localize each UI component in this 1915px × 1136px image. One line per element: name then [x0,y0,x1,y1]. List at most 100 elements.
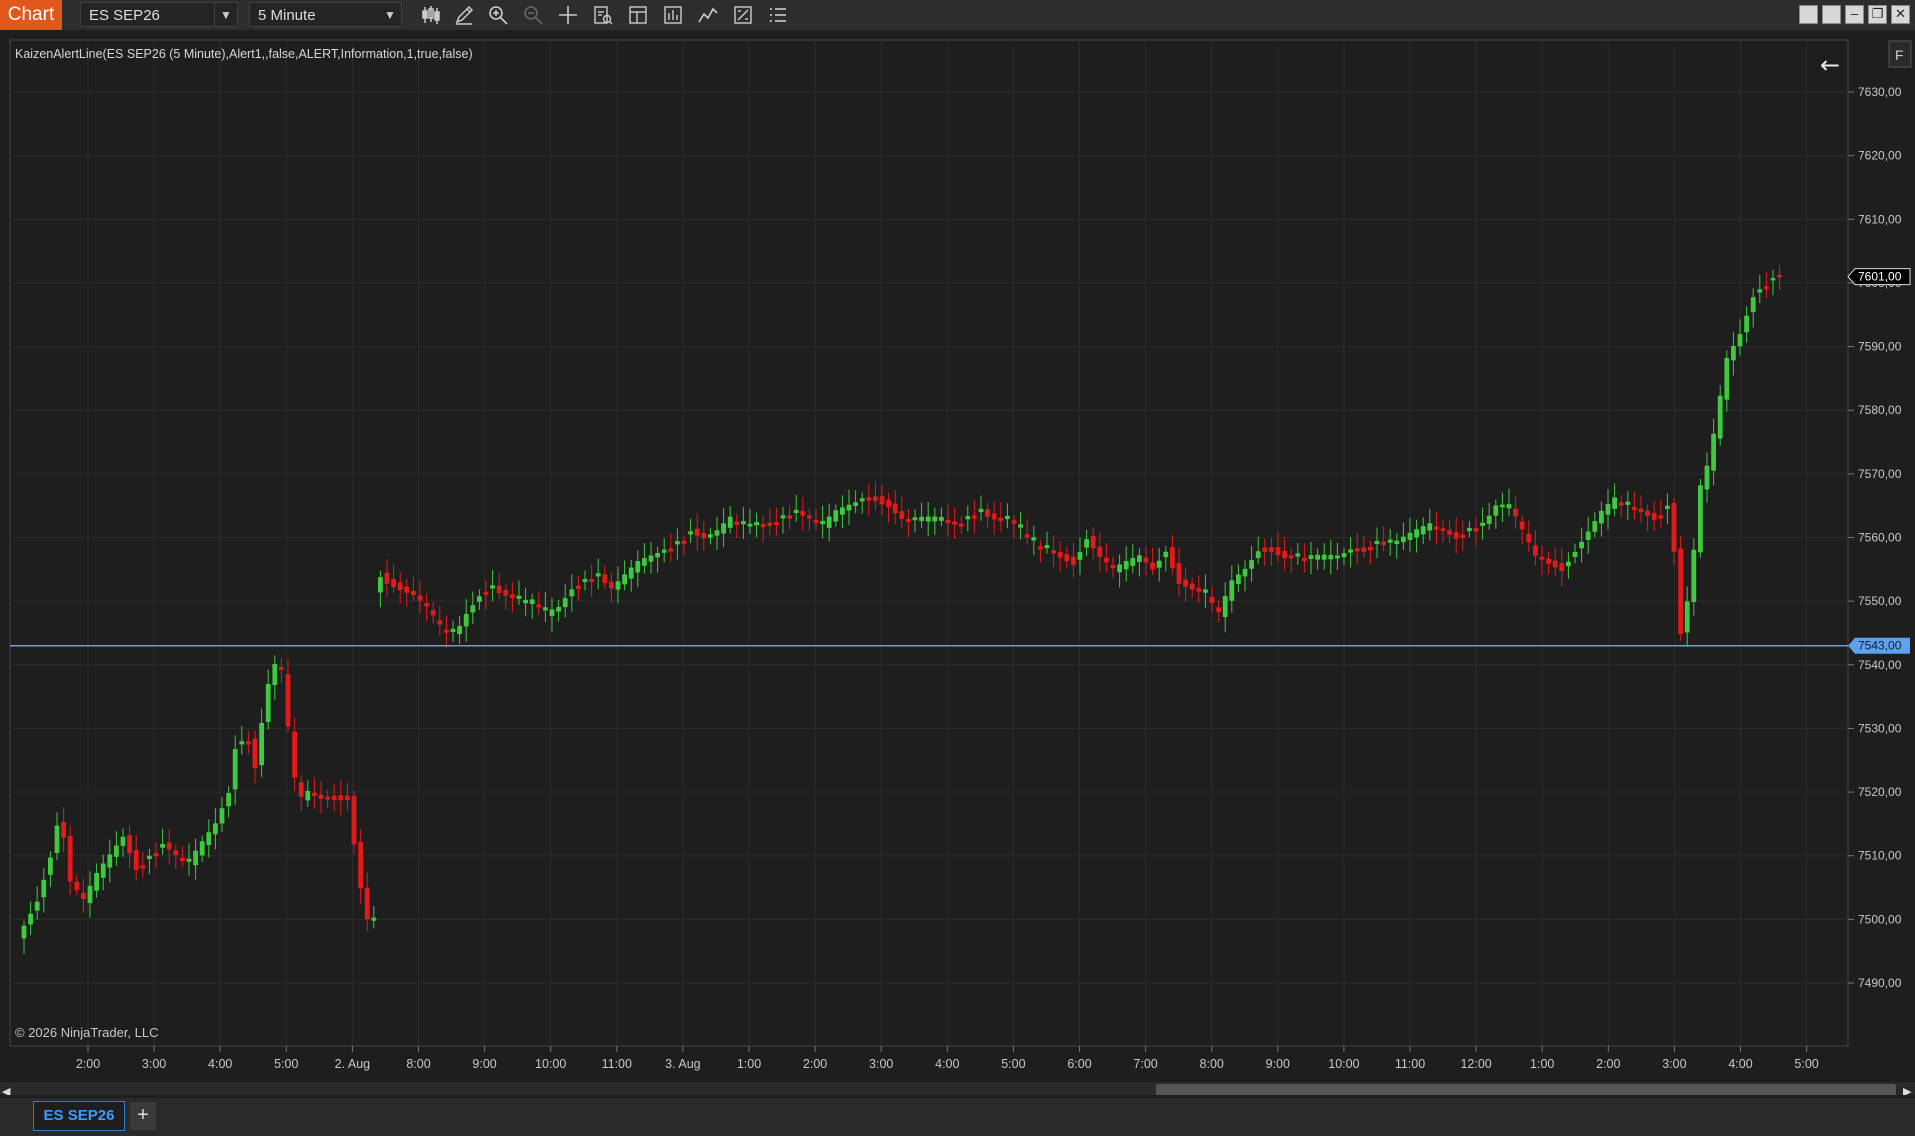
candle-body [1592,521,1598,532]
candle-body [1434,526,1439,530]
y-tick-label: 7560,00 [1858,531,1902,545]
candle-body [879,496,885,505]
minimize-icon[interactable]: – [1845,5,1864,24]
candle-body [1473,528,1479,532]
indicators-icon[interactable] [662,4,684,26]
restore-icon[interactable] [1799,5,1818,24]
data-box-icon[interactable] [732,4,754,26]
add-tab-button[interactable]: + [130,1102,156,1130]
candle-body [510,594,515,599]
candle-body [285,674,291,727]
properties-icon[interactable] [592,4,614,26]
x-tick-label: 2:00 [1596,1057,1620,1071]
chart-menu-button[interactable]: Chart [0,0,62,30]
candle-body [1777,275,1782,278]
candle-body [1104,557,1109,563]
instrument-tab[interactable]: ES SEP26 [33,1101,125,1131]
candle-body [213,823,218,835]
x-tick-label: 6:00 [1067,1057,1091,1071]
candle-body [1381,541,1386,546]
candle-body [741,521,746,525]
tile-icon[interactable] [1822,5,1841,24]
y-tick-label: 7610,00 [1858,212,1902,226]
candle-body [226,793,231,807]
candle-body [1467,527,1472,532]
candle-body [391,578,396,588]
zoom-in-icon[interactable] [487,4,509,26]
candle-body [1302,557,1307,562]
candle-body [609,581,614,589]
candle-body [364,887,370,920]
candle-body [972,515,977,519]
candle-body [133,850,139,870]
candle-body [1236,574,1241,585]
f-button-label: F [1895,47,1904,63]
candle-body [1572,551,1578,557]
back-arrow-icon[interactable]: ← [1820,51,1840,79]
candle-body [318,794,324,799]
candle-body [490,585,495,589]
candle-body [100,863,106,878]
candle-body [1249,560,1254,569]
candle-body [826,516,832,528]
bars-type-icon[interactable] [420,4,442,26]
scrollbar-thumb[interactable] [1156,1084,1896,1095]
candle-body [1678,548,1683,635]
candle-body [1255,551,1261,558]
candle-body [1645,510,1650,517]
chart-panel[interactable]: KaizenAlertLine(ES SEP26 (5 Minute),Aler… [0,30,1915,1095]
zoom-out-icon[interactable] [522,4,544,26]
pencil-draw-icon[interactable] [453,4,475,26]
candle-body [886,499,891,508]
candle-body [298,782,304,797]
chevron-down-icon[interactable]: ▼ [379,3,401,26]
alert-price-marker: 7543,00 [1848,637,1910,654]
crosshair-icon[interactable] [557,4,579,26]
candle-body [81,892,86,900]
candle-body [1038,546,1043,550]
candle-body [1500,504,1505,508]
scroll-left-icon[interactable]: ◀ [2,1085,11,1095]
last-price-label: 7601,00 [1858,270,1902,284]
candle-body [1744,315,1749,333]
strategies-icon[interactable] [697,4,719,26]
candle-body [34,901,40,911]
chevron-down-icon[interactable]: ▼ [214,3,237,26]
candle-body [734,521,740,525]
candle-body [767,522,773,526]
candle-body [503,589,509,596]
candle-body [932,516,938,522]
candle-body [1585,531,1591,540]
templates-icon[interactable] [627,4,649,26]
candle-body [345,795,350,801]
scroll-right-icon[interactable]: ▶ [1903,1085,1912,1095]
candle-body [1163,551,1169,558]
interval-value: 5 Minute [258,7,316,24]
candle-body [1084,539,1089,548]
candle-body [1493,505,1499,516]
candle-body [912,517,918,521]
candle-body [1486,515,1492,524]
candle-body [1764,286,1769,290]
x-tick-label: 1:00 [1530,1057,1554,1071]
x-tick-label: 8:00 [406,1057,430,1071]
instrument-selector[interactable]: ES SEP26 ▼ [80,2,238,27]
candle-body [470,605,476,613]
candle-body [754,522,759,526]
candle-body [1328,554,1334,560]
candle-body [642,558,647,566]
candle-body [793,509,799,514]
candle-body [114,845,119,857]
y-tick-label: 7550,00 [1858,594,1902,608]
plot-area[interactable] [9,39,1849,1047]
menu-list-icon[interactable] [767,4,789,26]
candle-body [939,516,944,521]
x-tick-label: 4:00 [208,1057,232,1071]
maximize-icon[interactable]: ❐ [1868,5,1887,24]
interval-selector[interactable]: 5 Minute ▼ [249,2,402,27]
candle-body [1691,549,1697,602]
candle-body [265,683,271,722]
candle-body [1480,522,1485,526]
candle-body [853,502,858,506]
close-icon[interactable]: ✕ [1891,5,1910,24]
